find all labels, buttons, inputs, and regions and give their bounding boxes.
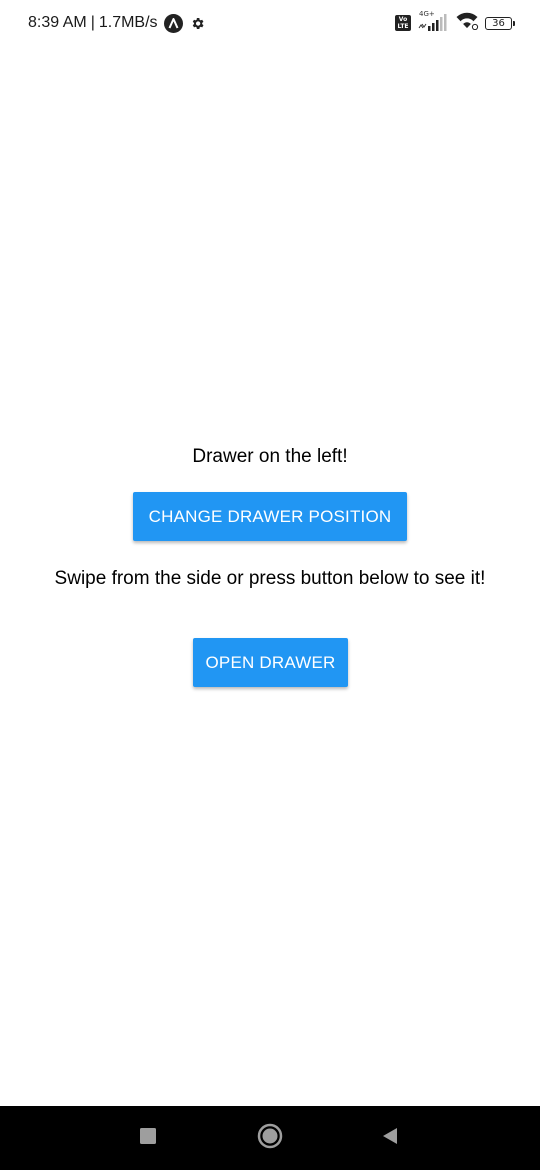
navigation-bar	[0, 1106, 540, 1170]
gear-icon	[190, 16, 205, 31]
status-bar: 8:39 AM | 1.7MB/s Vo LTE 4G+ 36	[0, 0, 540, 46]
triangle-back-icon	[380, 1126, 400, 1151]
network-speed: 1.7MB/s	[98, 14, 158, 31]
a-circle-icon	[163, 13, 183, 33]
status-separator: |	[90, 14, 95, 31]
cellular-signal-icon: 4G+	[417, 10, 449, 33]
volte-top-label: Vo	[398, 16, 408, 23]
volte-icon: Vo LTE	[395, 15, 411, 31]
main-content: Drawer on the left! CHANGE DRAWER POSITI…	[0, 46, 540, 1106]
change-drawer-position-button[interactable]: CHANGE DRAWER POSITION	[133, 492, 407, 541]
open-drawer-button[interactable]: OPEN DRAWER	[193, 638, 348, 687]
back-button[interactable]	[374, 1122, 406, 1154]
volte-bottom-label: LTE	[397, 23, 409, 30]
open-drawer-label: OPEN DRAWER	[205, 652, 336, 672]
square-recents-icon	[139, 1127, 157, 1150]
battery-level: 36	[492, 17, 505, 29]
home-button[interactable]	[254, 1122, 286, 1154]
status-right: Vo LTE 4G+ 36	[395, 10, 515, 35]
status-left: 8:39 AM | 1.7MB/s	[28, 12, 205, 34]
drawer-position-text: Drawer on the left!	[192, 446, 348, 467]
battery-icon: 36	[485, 16, 515, 30]
change-drawer-position-label: CHANGE DRAWER POSITION	[148, 506, 392, 526]
circle-home-icon	[257, 1123, 283, 1154]
instruction-text: Swipe from the side or press button belo…	[54, 568, 486, 589]
recents-button[interactable]	[132, 1122, 164, 1154]
status-time: 8:39 AM	[28, 14, 87, 31]
wifi-icon	[455, 12, 479, 35]
